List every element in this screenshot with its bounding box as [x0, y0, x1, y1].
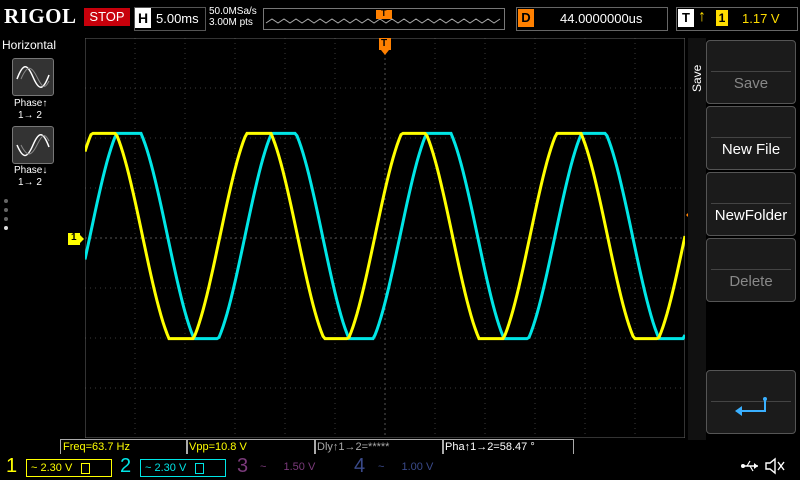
channel-3-number[interactable]: 3	[237, 455, 248, 478]
delay-value: 44.0000000us	[560, 11, 643, 26]
trigger-level: 1.17 V	[742, 11, 780, 26]
menu-side-strip	[688, 38, 706, 440]
trigger-position-label: T	[381, 38, 388, 49]
waveform-display[interactable]	[83, 37, 687, 439]
channel-4-settings[interactable]: ~ 1.00 V	[374, 459, 464, 475]
run-stop-indicator[interactable]: STOP	[84, 8, 130, 26]
menu-title: Save	[690, 64, 704, 92]
channel-3-scale: 1.50 V	[283, 461, 316, 473]
overview-trigger-marker: T	[381, 8, 387, 18]
bandwidth-limit-icon	[81, 462, 91, 474]
return-arrow-icon	[735, 397, 767, 416]
phase-rising-channels: 1→ 2	[18, 110, 42, 121]
channel-2-coupling: ~	[145, 462, 152, 474]
channel-1-scale: 2.30 V	[40, 462, 73, 474]
channel-1-number[interactable]: 1	[6, 455, 17, 478]
save-button-label: Save	[733, 75, 769, 92]
channel-4-number[interactable]: 4	[354, 455, 365, 478]
measurement-vpp[interactable]: Vpp=10.8 V	[186, 439, 316, 455]
sine-wave-icon	[16, 134, 50, 157]
channel-4-scale: 1.00 V	[401, 461, 434, 473]
sine-wave-icon	[16, 66, 50, 88]
return-button[interactable]	[706, 370, 796, 434]
phase-falling-button[interactable]	[12, 126, 54, 164]
phase-falling-channels: 1→ 2	[18, 177, 42, 188]
channel-2-scale: 2.30 V	[154, 462, 187, 474]
speaker-mute-icon[interactable]	[764, 457, 786, 480]
delete-button[interactable]: Delete	[706, 238, 796, 302]
horizontal-badge: H	[135, 8, 151, 28]
timebase-value: 5.00ms	[156, 11, 199, 26]
new-folder-button[interactable]: NewFolder	[706, 172, 796, 236]
phase-falling-label: Phase↓	[14, 165, 48, 176]
channel-1-marker-label: 1	[71, 232, 77, 243]
page-dots[interactable]	[3, 198, 11, 239]
new-folder-button-label: NewFolder	[714, 207, 788, 224]
delay-badge: D	[518, 9, 534, 27]
phase-rising-button[interactable]	[12, 58, 54, 96]
new-file-button-label: New File	[721, 141, 781, 158]
channel-2-number[interactable]: 2	[120, 455, 131, 478]
sample-rate: 50.0MSa/s	[209, 6, 257, 17]
bandwidth-limit-icon	[195, 462, 205, 474]
graticule	[83, 37, 687, 439]
measurement-frequency[interactable]: Freq=63.7 Hz	[60, 439, 188, 455]
channel-1-coupling: ~	[31, 462, 38, 474]
left-panel-title: Horizontal	[2, 38, 57, 52]
delete-button-label: Delete	[729, 273, 773, 290]
usb-icon	[740, 458, 760, 479]
phase-rising-label: Phase↑	[14, 98, 48, 109]
rising-edge-icon: ↑	[698, 8, 706, 25]
memory-depth: 3.00M pts	[209, 17, 253, 28]
channel-4-coupling: ~	[378, 461, 385, 473]
channel-2-settings[interactable]: ~ 2.30 V	[140, 459, 226, 477]
measurement-phase[interactable]: Pha↑1→2=58.47 °	[442, 439, 574, 455]
trigger-badge: T	[678, 9, 694, 27]
trigger-source: 1	[716, 10, 728, 26]
rigol-logo: RIGOL	[4, 4, 77, 28]
channel-3-coupling: ~	[260, 461, 267, 473]
save-button[interactable]: Save	[706, 40, 796, 104]
measurement-delay[interactable]: Dly↑1→2=*****	[314, 439, 444, 455]
channel-1-settings[interactable]: ~ 2.30 V	[26, 459, 112, 477]
channel-3-settings[interactable]: ~ 1.50 V	[256, 459, 346, 475]
new-file-button[interactable]: New File	[706, 106, 796, 170]
